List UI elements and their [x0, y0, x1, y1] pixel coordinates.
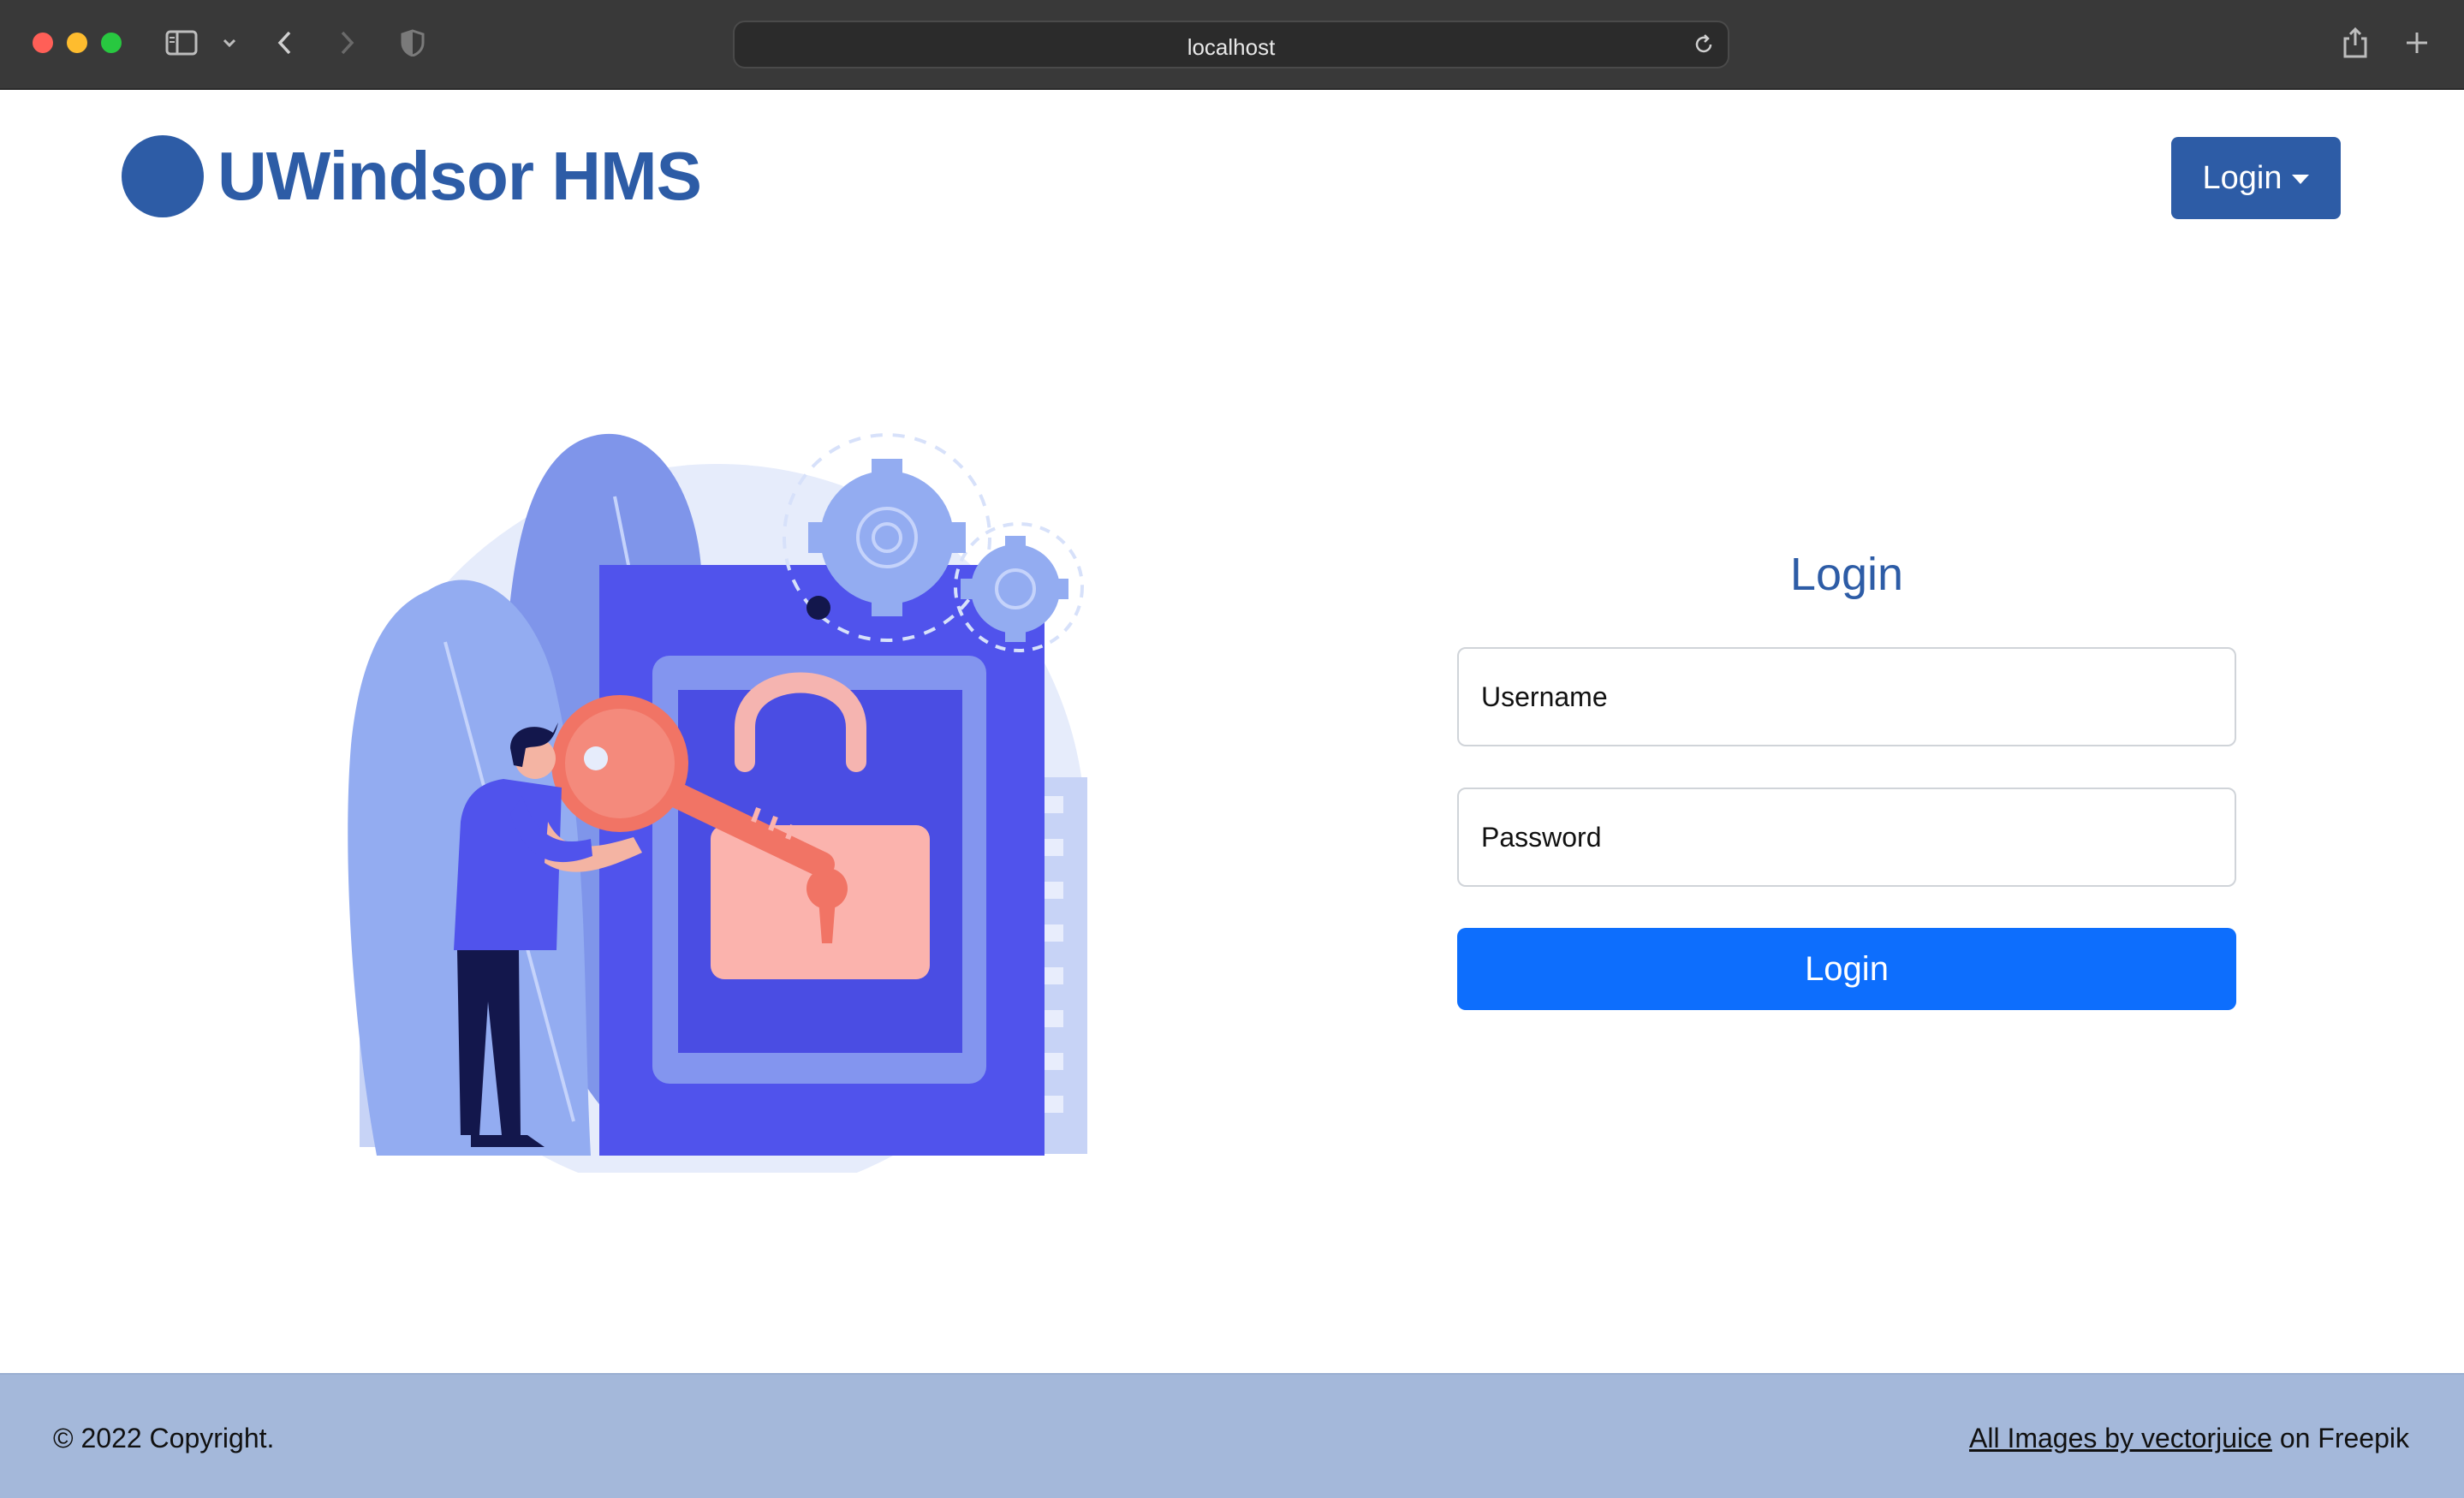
back-icon[interactable]: [272, 26, 298, 60]
reload-icon[interactable]: [1692, 33, 1716, 61]
vectorjuice-credit-link[interactable]: All Images by vectorjuice: [1969, 1423, 2272, 1453]
credit-suffix: on Freepik: [2271, 1423, 2409, 1453]
maximize-window-button[interactable]: [101, 33, 122, 53]
new-tab-icon[interactable]: [2404, 26, 2430, 60]
url-text: localhost: [1187, 34, 1276, 60]
brand-link[interactable]: UWindsor HMS: [122, 135, 702, 217]
chevron-down-icon[interactable]: [219, 26, 240, 60]
browser-toolbar: localhost: [0, 0, 2464, 90]
login-dropdown-button[interactable]: Login: [2171, 137, 2341, 219]
username-input[interactable]: [1457, 647, 2236, 746]
image-credit: All Images by vectorjuice on Freepik: [1969, 1423, 2409, 1454]
site-footer: © 2022 Copyright. All Images by vectorju…: [0, 1373, 2464, 1498]
share-icon[interactable]: [2341, 26, 2370, 60]
login-illustration: [342, 419, 1113, 1200]
login-dropdown-label: Login: [2202, 159, 2282, 196]
login-form-title: Login: [1789, 549, 1904, 600]
login-submit-button[interactable]: Login: [1457, 928, 2236, 1010]
brand-logo-icon: [122, 135, 204, 217]
password-input[interactable]: [1457, 788, 2236, 887]
brand-title: UWindsor HMS: [217, 138, 702, 214]
minimize-window-button[interactable]: [67, 33, 87, 53]
address-bar[interactable]: localhost: [733, 21, 1729, 68]
forward-icon[interactable]: [334, 26, 360, 60]
copyright-text: © 2022 Copyright.: [53, 1423, 275, 1453]
sidebar-icon[interactable]: [164, 26, 199, 60]
close-window-button[interactable]: [33, 33, 53, 53]
shield-icon[interactable]: [399, 26, 426, 60]
caret-down-icon: [2292, 174, 2310, 184]
